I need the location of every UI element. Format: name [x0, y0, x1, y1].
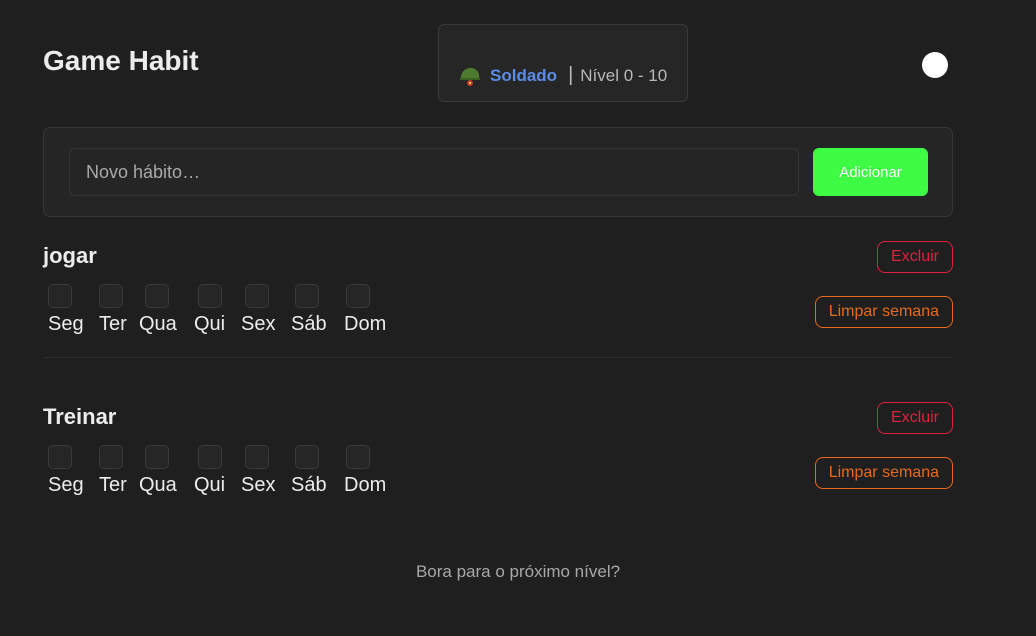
day-checkbox[interactable]	[99, 445, 123, 469]
habit-card: Treinar Seg Ter Qua Qui Sex Sáb Dom Excl…	[43, 402, 953, 524]
footer-message: Bora para o próximo nível?	[415, 562, 621, 581]
day-label: Qui	[194, 313, 226, 335]
day-qua: Qua	[139, 445, 177, 497]
habit-name: jogar	[43, 243, 97, 268]
day-qui: Qui	[194, 445, 225, 497]
delete-habit-button[interactable]: Excluir	[876, 402, 953, 434]
rank-level: Nível 0 - 10	[580, 66, 668, 85]
habit-card: jogar Seg Ter Qua Qui Sex Sáb Dom Exclui…	[43, 241, 953, 363]
rank-separator: |	[568, 64, 574, 86]
add-habit-panel: Adicionar	[43, 127, 953, 217]
day-ter: Ter	[99, 284, 127, 336]
day-label: Qui	[194, 474, 226, 496]
day-checkbox[interactable]	[198, 284, 222, 308]
day-label: Seg	[48, 313, 84, 335]
app-title: Game Habit	[43, 45, 199, 76]
day-seg: Seg	[48, 445, 84, 497]
day-checkbox[interactable]	[48, 284, 72, 308]
day-checkbox[interactable]	[145, 445, 169, 469]
day-dom: Dom	[344, 445, 387, 497]
new-habit-input[interactable]	[69, 148, 799, 196]
day-seg: Seg	[48, 284, 84, 336]
clear-week-button[interactable]: Limpar semana	[814, 296, 953, 328]
day-checkbox[interactable]	[198, 445, 222, 469]
day-label: Sex	[241, 474, 276, 496]
day-checkbox[interactable]	[295, 284, 319, 308]
add-habit-button[interactable]: Adicionar	[813, 148, 928, 196]
day-label: Sáb	[291, 313, 327, 335]
day-sab: Sáb	[291, 445, 327, 497]
day-sab: Sáb	[291, 284, 327, 336]
rank-card: Soldado | Nível 0 - 10	[438, 24, 688, 102]
rank-name: Soldado	[490, 66, 558, 85]
day-checkbox[interactable]	[145, 284, 169, 308]
day-checkbox[interactable]	[99, 284, 123, 308]
day-checkbox[interactable]	[295, 445, 319, 469]
day-checkbox[interactable]	[48, 445, 72, 469]
theme-toggle-button[interactable]	[922, 52, 948, 78]
day-label: Qua	[139, 313, 177, 335]
day-checkbox[interactable]	[346, 445, 370, 469]
day-label: Sex	[241, 313, 276, 335]
day-checkbox[interactable]	[245, 284, 269, 308]
day-label: Sáb	[291, 474, 327, 496]
day-label: Dom	[344, 313, 387, 335]
day-sex: Sex	[241, 284, 275, 336]
day-qua: Qua	[139, 284, 177, 336]
day-dom: Dom	[344, 284, 387, 336]
day-label: Qua	[139, 474, 177, 496]
habit-name: Treinar	[43, 404, 117, 429]
soldier-helmet-icon	[460, 67, 480, 86]
day-label: Seg	[48, 474, 84, 496]
day-sex: Sex	[241, 445, 275, 497]
day-qui: Qui	[194, 284, 225, 336]
day-ter: Ter	[99, 445, 127, 497]
day-label: Ter	[99, 313, 127, 335]
day-checkbox[interactable]	[346, 284, 370, 308]
day-label: Ter	[99, 474, 127, 496]
day-label: Dom	[344, 474, 387, 496]
clear-week-button[interactable]: Limpar semana	[814, 457, 953, 489]
delete-habit-button[interactable]: Excluir	[876, 241, 953, 273]
day-checkbox[interactable]	[245, 445, 269, 469]
divider	[43, 357, 953, 358]
